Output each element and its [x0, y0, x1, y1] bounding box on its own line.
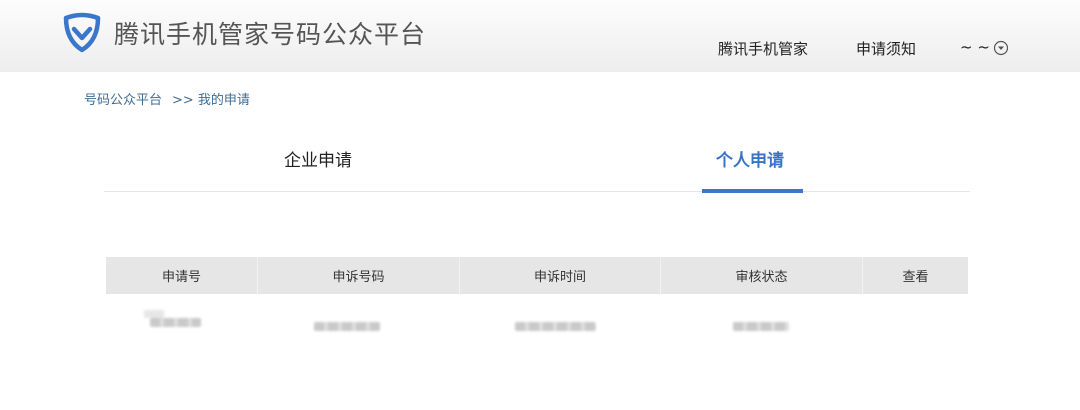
blurred-appeal-time: [515, 322, 596, 331]
column-header-view: 查看: [902, 270, 929, 285]
breadcrumb-current: 我的申请: [197, 93, 250, 108]
column-header-appeal-number: 申诉号码: [258, 257, 460, 294]
brand-title: 腾讯手机管家号码公众平台: [114, 20, 427, 49]
column-header-application-id: 申请号: [106, 257, 258, 294]
breadcrumb-home-link[interactable]: 号码公众平台: [84, 93, 162, 108]
table-row[interactable]: [106, 294, 968, 354]
blurred-application-id: [144, 310, 201, 327]
column-header-appeal-time: 申诉时间: [460, 257, 661, 294]
tab-personal-application[interactable]: 个人申请: [716, 146, 784, 171]
blurred-review-status: [733, 322, 789, 331]
blurred-appeal-number: [314, 322, 380, 331]
column-header-review-status: 审核状态: [661, 257, 863, 294]
top-header: 腾讯手机管家号码公众平台 腾讯手机管家 申请须知 ~ ~: [0, 0, 1080, 72]
user-menu[interactable]: ~ ~: [960, 38, 1009, 56]
circle-chevron-down-icon[interactable]: [993, 40, 1009, 56]
application-tabs: 企业申请 个人申请: [104, 130, 970, 193]
tab-enterprise-application[interactable]: 企业申请: [284, 146, 352, 171]
user-name: ~ ~: [960, 38, 990, 56]
shield-check-logo-icon[interactable]: [62, 12, 102, 54]
nav-application-notes[interactable]: 申请须知: [856, 38, 916, 59]
nav-tencent-manager[interactable]: 腾讯手机管家: [718, 38, 808, 59]
breadcrumb: 号码公众平台 >> 我的申请: [84, 89, 250, 108]
applications-table: 申请号 申诉号码 申诉时间 审核状态 查看: [106, 257, 968, 354]
table-header: 申请号 申诉号码 申诉时间 审核状态 查看: [106, 257, 968, 294]
active-tab-indicator: [702, 189, 803, 193]
breadcrumb-separator: >>: [172, 93, 194, 108]
